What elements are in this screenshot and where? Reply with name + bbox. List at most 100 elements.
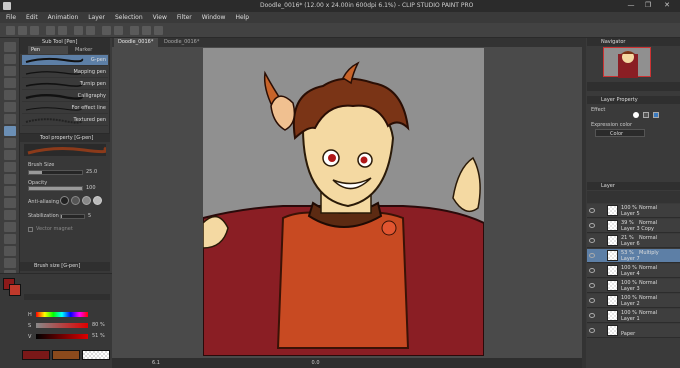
menu-layer[interactable]: Layer xyxy=(88,14,105,21)
layer-row[interactable]: 100 % Normal Layer 1 xyxy=(587,309,680,323)
brush-size-slider[interactable] xyxy=(28,170,83,175)
color-history-swatch[interactable] xyxy=(22,350,50,360)
redo-icon[interactable] xyxy=(58,26,67,35)
eye-icon[interactable] xyxy=(589,268,595,273)
antialias-strong-button[interactable] xyxy=(93,196,102,205)
brush-calligraphy[interactable]: Calligraphy xyxy=(22,91,108,102)
brush-turnip-pen[interactable]: Turnip pen xyxy=(22,79,108,90)
menu-help[interactable]: Help xyxy=(235,14,249,21)
auto-select-icon[interactable] xyxy=(4,102,16,112)
layer-row[interactable]: 100 % Normal Layer 2 xyxy=(587,294,680,308)
color-effect-icon[interactable] xyxy=(653,112,659,118)
menu-view[interactable]: View xyxy=(153,14,167,21)
layer-row[interactable]: 53 % Multiply Layer 7 xyxy=(587,249,680,263)
figure-tool-icon[interactable] xyxy=(4,234,16,244)
vector-magnet-checkbox[interactable] xyxy=(28,227,33,232)
gradient-tool-icon[interactable] xyxy=(4,222,16,232)
snap-grid-icon[interactable] xyxy=(154,26,163,35)
open-file-icon[interactable] xyxy=(18,26,27,35)
border-effect-icon[interactable] xyxy=(633,112,639,118)
close-button[interactable]: ✕ xyxy=(660,1,674,10)
layer-panel-title: Layer xyxy=(601,183,615,189)
brush-g-pen[interactable]: G-pen xyxy=(22,55,108,66)
antialias-medium-button[interactable] xyxy=(82,196,91,205)
drawing-canvas[interactable] xyxy=(203,48,484,356)
antialias-weak-button[interactable] xyxy=(71,196,80,205)
text-icon[interactable] xyxy=(4,258,16,268)
fill-tool-icon[interactable] xyxy=(4,210,16,220)
undo-icon[interactable] xyxy=(46,26,55,35)
pen-tool-icon[interactable] xyxy=(4,126,16,136)
menu-selection[interactable]: Selection xyxy=(115,14,143,21)
maximize-button[interactable]: ❐ xyxy=(641,1,655,10)
zoom-value[interactable]: 6.1 xyxy=(152,360,160,366)
menu-filter[interactable]: Filter xyxy=(177,14,192,21)
brush-effect-line[interactable]: For effect line xyxy=(22,103,108,114)
operation-tool-icon[interactable] xyxy=(4,66,16,76)
selection-tool-icon[interactable] xyxy=(4,90,16,100)
eraser-icon[interactable] xyxy=(4,186,16,196)
stabilization-slider[interactable] xyxy=(60,214,85,219)
effect-icon[interactable] xyxy=(643,112,649,118)
eye-icon[interactable] xyxy=(589,328,595,333)
save-icon[interactable] xyxy=(30,26,39,35)
layer-row[interactable]: 21 % Normal Layer 6 xyxy=(587,234,680,248)
new-file-icon[interactable] xyxy=(6,26,15,35)
color-mode-tabs[interactable] xyxy=(24,294,110,300)
eye-icon[interactable] xyxy=(589,253,595,258)
document-tab[interactable]: Doodle_0016* xyxy=(160,38,204,47)
layer-row[interactable]: 100 % Normal Layer 5 xyxy=(587,204,680,218)
tab-marker[interactable]: Marker xyxy=(72,46,108,54)
value-value: 51 % xyxy=(92,333,105,339)
minimize-button[interactable]: — xyxy=(624,1,638,10)
expression-color-select[interactable]: Color xyxy=(595,129,645,137)
transform-icon[interactable] xyxy=(102,26,111,35)
move-tool-icon[interactable] xyxy=(4,54,16,64)
menu-window[interactable]: Window xyxy=(202,14,226,21)
layer-row[interactable]: 39 % Normal Layer 3 Copy xyxy=(587,219,680,233)
airbrush-tool-icon[interactable] xyxy=(4,162,16,172)
antialias-none-button[interactable] xyxy=(60,196,69,205)
eye-icon[interactable] xyxy=(589,283,595,288)
value-slider[interactable] xyxy=(36,334,88,339)
vector-magnet-label: Vector magnet xyxy=(36,226,73,232)
fill-icon[interactable] xyxy=(86,26,95,35)
snap-ruler-icon[interactable] xyxy=(142,26,151,35)
layer-row[interactable]: 100 % Normal Layer 3 xyxy=(587,279,680,293)
snap-icon[interactable] xyxy=(130,26,139,35)
clear-icon[interactable] xyxy=(74,26,83,35)
eye-icon[interactable] xyxy=(589,313,595,318)
angle-value[interactable]: 0.0 xyxy=(312,360,320,366)
layer-name: Layer 1 xyxy=(621,316,640,322)
layer-row[interactable]: Paper xyxy=(587,324,680,338)
saturation-slider[interactable] xyxy=(36,323,88,328)
eye-icon[interactable] xyxy=(589,223,595,228)
layer-row[interactable]: 100 % Normal Layer 4 xyxy=(587,264,680,278)
menu-file[interactable]: File xyxy=(6,14,16,21)
sub-color-swatch[interactable] xyxy=(9,284,21,296)
blend-tool-icon[interactable] xyxy=(4,198,16,208)
opacity-slider[interactable] xyxy=(28,186,83,191)
zoom-tool-icon[interactable] xyxy=(4,42,16,52)
eyedropper-icon[interactable] xyxy=(4,114,16,124)
eye-icon[interactable] xyxy=(589,298,595,303)
menu-animation[interactable]: Animation xyxy=(48,14,79,21)
expression-color-value: Color xyxy=(610,131,624,137)
transparent-color-swatch[interactable] xyxy=(82,350,110,360)
tab-pen[interactable]: Pen xyxy=(28,46,68,54)
eye-icon[interactable] xyxy=(589,208,595,213)
frame-tool-icon[interactable] xyxy=(4,246,16,256)
brush-mapping-pen[interactable]: Mapping pen xyxy=(22,67,108,78)
document-tab[interactable]: Doodle_0016* xyxy=(114,38,158,47)
deselect-icon[interactable] xyxy=(114,26,123,35)
color-history-swatch[interactable] xyxy=(52,350,80,360)
eye-icon[interactable] xyxy=(589,238,595,243)
hue-slider[interactable] xyxy=(36,312,88,317)
menu-edit[interactable]: Edit xyxy=(26,14,38,21)
move-layer-icon[interactable] xyxy=(4,78,16,88)
brush-tool-icon[interactable] xyxy=(4,150,16,160)
decoration-tool-icon[interactable] xyxy=(4,174,16,184)
pencil-tool-icon[interactable] xyxy=(4,138,16,148)
brush-textured-pen[interactable]: Textured pen xyxy=(22,115,108,126)
navigator-preview[interactable] xyxy=(603,47,651,78)
